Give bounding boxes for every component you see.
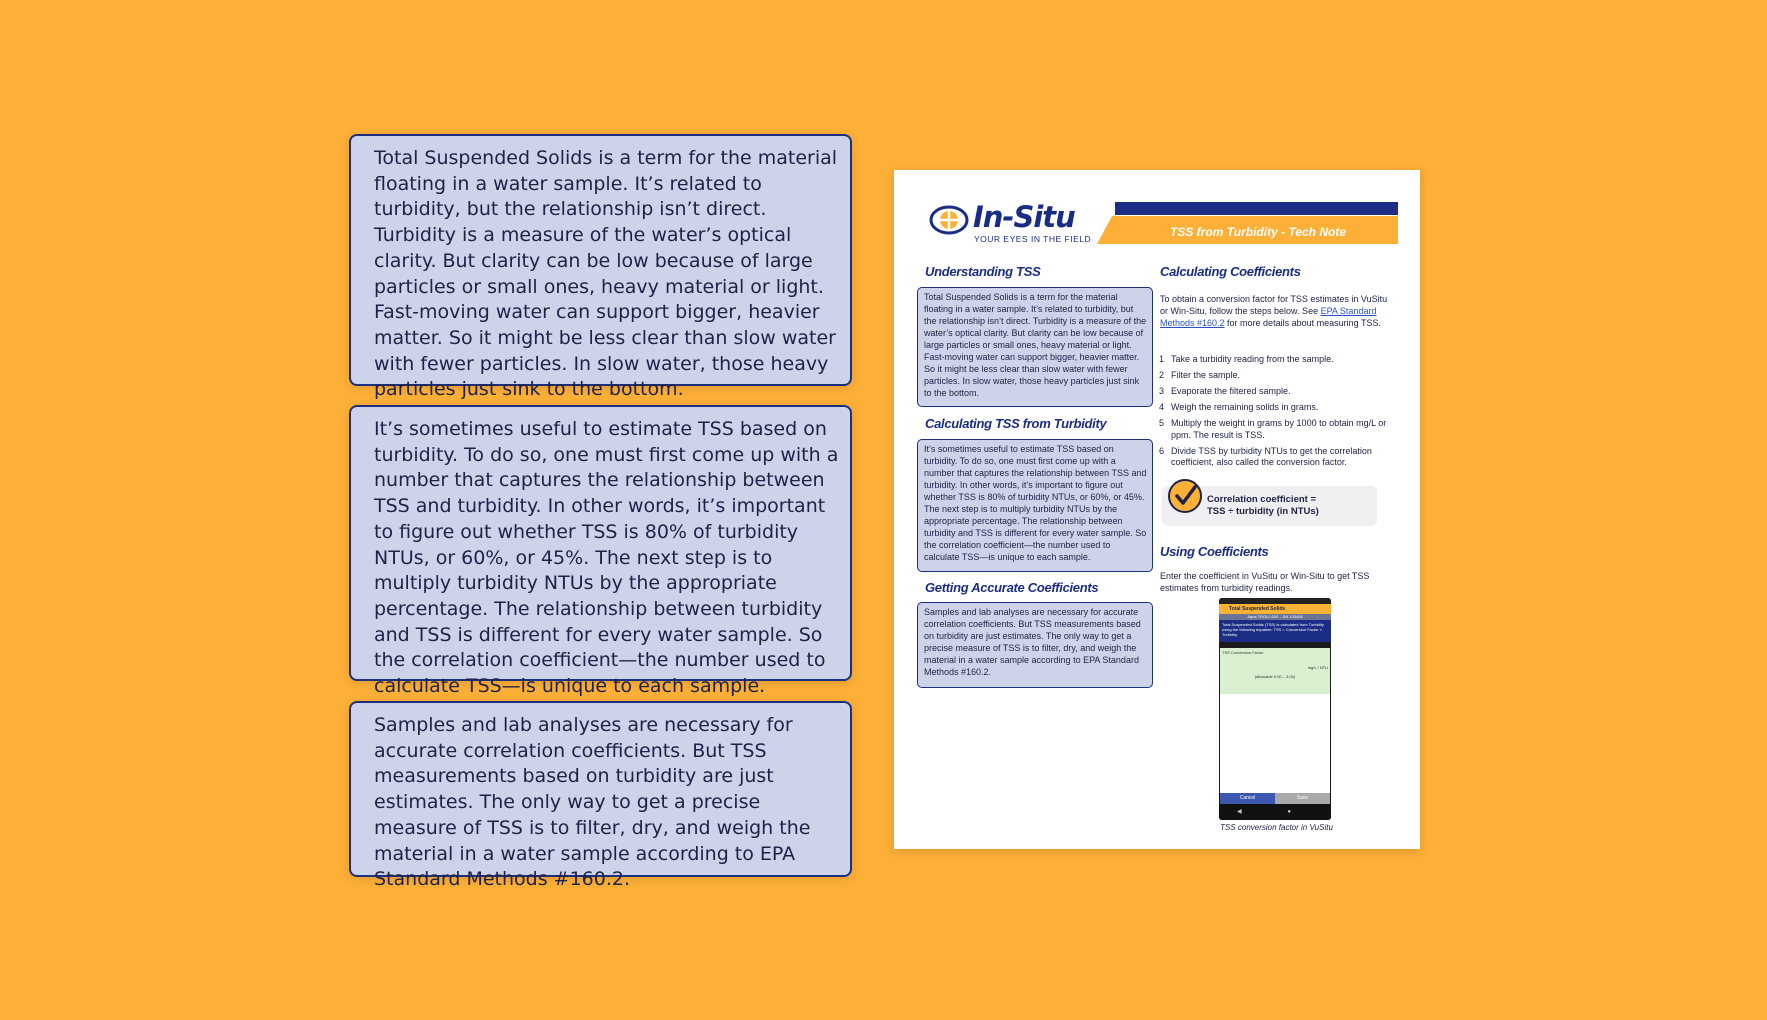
callout-accurate-coefficients: Samples and lab analyses are necessary f… bbox=[349, 701, 852, 890]
phone-nav-bar: ◀ ● ■ bbox=[1219, 804, 1331, 820]
in-situ-logo-icon bbox=[929, 205, 969, 235]
heading-using-coefficients: Using Coefficients bbox=[1160, 544, 1269, 559]
heading-understanding-tss: Understanding TSS bbox=[925, 264, 1041, 279]
phone-input-panel: TSS Conversion Factor mg/L / NTU (allowa… bbox=[1220, 648, 1330, 694]
brand-name: In-Situ bbox=[973, 200, 1076, 234]
heading-calculating-coefficients: Calculating Coefficients bbox=[1160, 264, 1301, 279]
step-text: Take a turbidity reading from the sample… bbox=[1171, 354, 1334, 364]
mini-callout-calculating: It’s sometimes useful to estimate TSS ba… bbox=[917, 439, 1153, 572]
callout-text: It’s sometimes useful to estimate TSS ba… bbox=[374, 418, 839, 698]
list-item: 4 Weigh the remaining solids in grams. bbox=[1159, 402, 1394, 414]
step-number: 1 bbox=[1159, 354, 1165, 364]
callout-text: Total Suspended Solids is a term for the… bbox=[374, 147, 838, 401]
phone-save-button: Save bbox=[1275, 793, 1330, 804]
phone-field-range: (allowable 0.00 – 3.00) bbox=[1254, 674, 1296, 679]
figure-caption: TSS conversion factor in VuSitu bbox=[1220, 823, 1333, 832]
list-item: 1 Take a turbidity reading from the sampl… bbox=[1159, 354, 1394, 366]
phone-field-label: TSS Conversion Factor bbox=[1222, 650, 1264, 655]
step-text: Evaporate the filtered sample. bbox=[1171, 386, 1291, 396]
formula-line-1: Correlation coefficient = bbox=[1207, 494, 1317, 505]
list-item: 6 Divide TSS by turbidity NTUs to get the… bbox=[1159, 446, 1394, 469]
step-text: Filter the sample. bbox=[1171, 370, 1241, 380]
callout-understanding-tss: Total Suspended Solids is a term for the… bbox=[349, 134, 852, 400]
step-number: 3 bbox=[1159, 386, 1165, 396]
phone-info-panel: Total Suspended Solids (TSS) is calculat… bbox=[1219, 620, 1331, 642]
phone-blank-area bbox=[1220, 694, 1330, 794]
formula-line-2: TSS ÷ turbidity (in NTUs) bbox=[1207, 506, 1319, 517]
step-number: 4 bbox=[1159, 402, 1165, 412]
mini-callout-understanding: Total Suspended Solids is a term for the… bbox=[917, 287, 1153, 407]
step-text: Multiply the weight in grams by 1000 to … bbox=[1171, 418, 1387, 440]
list-item: 3 Evaporate the filtered sample. bbox=[1159, 386, 1394, 398]
steps-list: 1 Take a turbidity reading from the sampl… bbox=[1159, 354, 1394, 473]
list-item: 5 Multiply the weight in grams by 1000 to… bbox=[1159, 418, 1394, 441]
step-number: 6 bbox=[1159, 445, 1165, 456]
heading-accurate-coefficients: Getting Accurate Coefficients bbox=[925, 580, 1099, 595]
using-text: Enter the coefficient in VuSitu or Win-S… bbox=[1160, 571, 1370, 593]
checkmark-icon bbox=[1168, 479, 1202, 513]
phone-header: Total Suspended Solids bbox=[1219, 604, 1331, 614]
phone-screenshot: Total Suspended Solids Aqua TROLL 600 – … bbox=[1219, 598, 1331, 820]
step-number: 5 bbox=[1159, 418, 1165, 428]
step-text: Divide TSS by turbidity NTUs to get the … bbox=[1171, 445, 1372, 468]
phone-cancel-button: Cancel bbox=[1220, 793, 1275, 804]
coefficients-intro: To obtain a conversion factor for TSS es… bbox=[1160, 293, 1395, 329]
tech-note-page: In-Situ YOUR EYES IN THE FIELD TSS from … bbox=[894, 170, 1420, 849]
intro-text-end: for more details about measuring TSS. bbox=[1224, 318, 1381, 328]
phone-field-value: mg/L / NTU bbox=[1307, 665, 1328, 670]
callout-calculating-tss: It’s sometimes useful to estimate TSS ba… bbox=[349, 405, 852, 697]
heading-calculating-tss: Calculating TSS from Turbidity bbox=[925, 416, 1107, 431]
brand-tagline: YOUR EYES IN THE FIELD bbox=[974, 234, 1092, 244]
step-number: 2 bbox=[1159, 370, 1165, 380]
header-band-navy bbox=[1115, 202, 1398, 215]
phone-buttons: Cancel Save bbox=[1220, 793, 1330, 804]
step-text: Weigh the remaining solids in grams. bbox=[1171, 402, 1319, 412]
document-title: TSS from Turbidity - Tech Note bbox=[1169, 225, 1346, 239]
mini-callout-accurate: Samples and lab analyses are necessary f… bbox=[917, 602, 1153, 688]
list-item: 2 Filter the sample. bbox=[1159, 370, 1394, 382]
callout-text: Samples and lab analyses are necessary f… bbox=[374, 714, 811, 891]
correlation-formula: Correlation coefficient = TSS ÷ turbidit… bbox=[1207, 494, 1319, 518]
